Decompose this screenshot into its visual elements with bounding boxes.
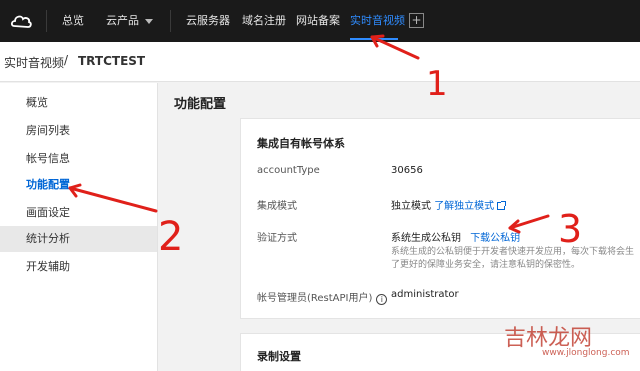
- mode-label: 集成模式: [257, 201, 297, 212]
- verify-description-line1: 系统生成的公私钥便于开发者快速开发应用，每次下载将会生: [391, 247, 635, 257]
- sidebar-item-layout[interactable]: 画面设定: [0, 200, 157, 226]
- annotation-number-2: 2: [158, 214, 183, 260]
- info-icon[interactable]: i: [376, 294, 388, 305]
- cloud-logo-icon[interactable]: [10, 12, 32, 30]
- verify-description-line2: 了更好的保障业务安全，请注意私钥的保密性。: [391, 260, 581, 270]
- verify-value: 系统生成公私钥: [391, 233, 461, 244]
- account-type-label: accountType: [257, 165, 320, 176]
- sidebar: 概览 房间列表 帐号信息 功能配置 画面设定 统计分析 开发辅助: [0, 83, 158, 371]
- watermark-url: www.jlonglong.com: [542, 348, 630, 358]
- admin-value: administrator: [391, 289, 459, 300]
- download-keys-link[interactable]: 下载公私钥: [470, 233, 520, 244]
- learn-mode-link[interactable]: 了解独立模式: [434, 201, 494, 212]
- verify-value-row: 系统生成公私钥 下载公私钥: [391, 229, 520, 244]
- active-tab-underline: [350, 38, 398, 40]
- nav-divider: [170, 10, 171, 32]
- sidebar-item-features[interactable]: 功能配置: [0, 172, 157, 198]
- nav-icp[interactable]: 网站备案: [296, 13, 340, 29]
- nav-divider: [46, 10, 47, 32]
- sidebar-item-overview[interactable]: 概览: [0, 90, 157, 116]
- nav-cloud-products[interactable]: 云产品: [106, 13, 153, 29]
- page-title: 功能配置: [174, 97, 227, 112]
- nav-cloud-products-label: 云产品: [106, 14, 139, 27]
- mode-value-row: 独立模式 了解独立模式: [391, 197, 507, 212]
- breadcrumb-parent[interactable]: 实时音视频: [4, 54, 64, 71]
- sidebar-item-statistics[interactable]: 统计分析: [0, 226, 157, 252]
- nav-trtc[interactable]: 实时音视频: [350, 13, 405, 29]
- sidebar-item-account[interactable]: 帐号信息: [0, 146, 157, 172]
- admin-label-row: 帐号管理员(RestAPI用户) i: [257, 289, 388, 305]
- top-navigation-bar: 总览 云产品 云服务器 域名注册 网站备案 实时音视频 +: [0, 0, 640, 42]
- nav-overview[interactable]: 总览: [62, 13, 84, 29]
- external-link-icon[interactable]: [497, 201, 507, 210]
- account-integration-card: 集成自有帐号体系 accountType 30656 集成模式 独立模式 了解独…: [240, 118, 640, 319]
- admin-label: 帐号管理员(RestAPI用户): [257, 293, 373, 304]
- breadcrumb: 实时音视频 / TRTCTEST: [0, 42, 640, 82]
- breadcrumb-separator: /: [64, 53, 69, 67]
- account-type-value: 30656: [391, 165, 423, 176]
- card-title: 集成自有帐号体系: [257, 137, 345, 150]
- sidebar-item-dev-tools[interactable]: 开发辅助: [0, 254, 157, 280]
- mode-value: 独立模式: [391, 201, 431, 212]
- nav-cvm[interactable]: 云服务器: [186, 13, 230, 29]
- nav-domain[interactable]: 域名注册: [242, 13, 286, 29]
- verify-label: 验证方式: [257, 233, 297, 244]
- add-shortcut-button[interactable]: +: [409, 13, 424, 28]
- chevron-down-icon: [145, 18, 153, 24]
- sidebar-item-rooms[interactable]: 房间列表: [0, 118, 157, 144]
- breadcrumb-current: TRTCTEST: [78, 54, 146, 68]
- recording-settings-title: 录制设置: [257, 350, 301, 363]
